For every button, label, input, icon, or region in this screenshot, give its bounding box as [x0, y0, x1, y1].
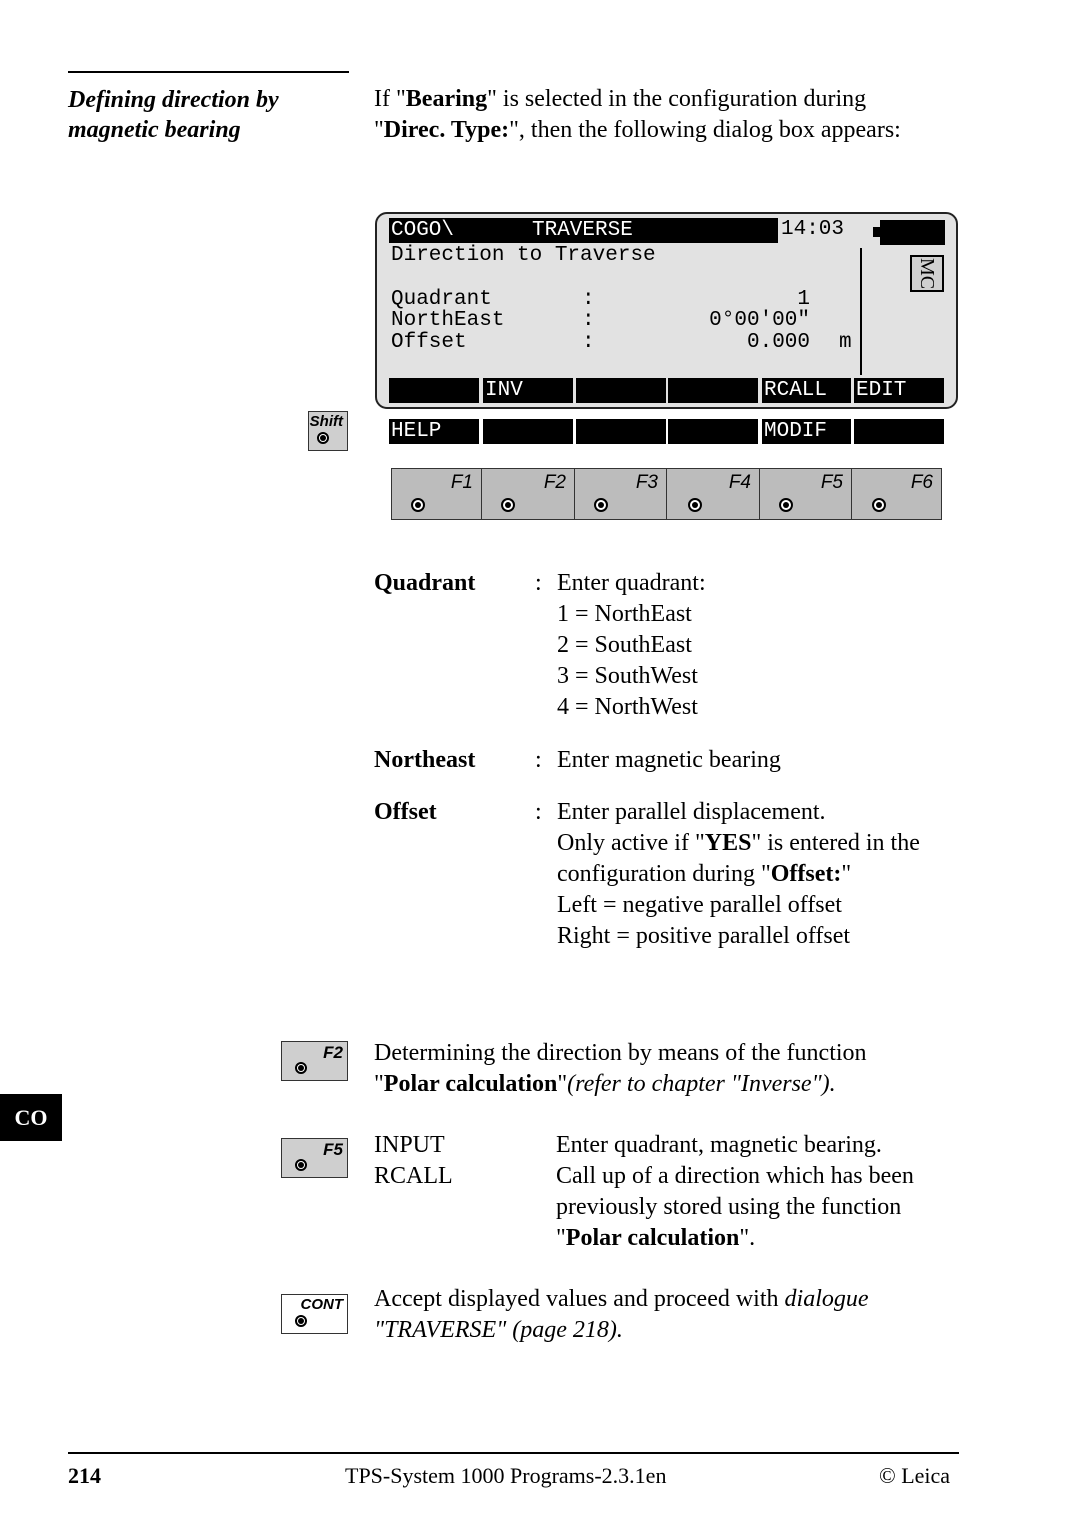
screen-subtitle: Direction to Traverse	[391, 244, 656, 267]
softkey-1[interactable]	[389, 378, 479, 403]
shift-softkey-help[interactable]: HELP	[389, 419, 479, 444]
battery-tip	[873, 227, 881, 237]
shift-key[interactable]: Shift	[308, 411, 348, 451]
top-rule	[68, 71, 349, 73]
f3-key[interactable]: F3	[574, 468, 667, 520]
key-dot-icon	[411, 498, 425, 512]
shift-softkey-6[interactable]	[854, 419, 944, 444]
shift-softkey-4[interactable]	[668, 419, 758, 444]
cont-note: Accept displayed values and proceed with…	[374, 1286, 869, 1343]
key-dot-icon	[317, 432, 329, 444]
key-dot-icon	[872, 498, 886, 512]
softkey-4[interactable]	[668, 378, 758, 403]
page-number: 214	[68, 1463, 101, 1488]
shift-softkey-3[interactable]	[576, 419, 666, 444]
f6-key[interactable]: F6	[851, 468, 942, 520]
key-dot-icon	[594, 498, 608, 512]
key-dot-icon	[295, 1062, 307, 1074]
key-dot-icon	[295, 1159, 307, 1171]
key-dot-icon	[688, 498, 702, 512]
scroll-divider	[860, 248, 862, 375]
key-dot-icon	[295, 1315, 307, 1327]
f5-key-icon: F5	[281, 1138, 348, 1178]
key-dot-icon	[779, 498, 793, 512]
softkey-3[interactable]	[576, 378, 666, 403]
title-left: COGO\	[391, 219, 455, 242]
f2-note: Determining the direction by means of th…	[374, 1040, 867, 1097]
mc-icon: MC	[910, 255, 944, 292]
softkey-rcall[interactable]: RCALL	[762, 378, 851, 403]
cont-key-icon: CONT	[281, 1294, 348, 1334]
clock: 14:03	[781, 218, 845, 241]
shift-softkey-modif[interactable]: MODIF	[762, 419, 851, 444]
section-heading: Defining direction by magnetic bearing	[68, 87, 279, 143]
shift-softkey-2[interactable]	[483, 419, 573, 444]
f2-key[interactable]: F2	[481, 468, 575, 520]
footer-rule	[68, 1452, 959, 1454]
f4-key[interactable]: F4	[666, 468, 760, 520]
softkey-edit[interactable]: EDIT	[854, 378, 944, 403]
footer-title: TPS-System 1000 Programs-2.3.1en	[345, 1463, 667, 1488]
f5-key[interactable]: F5	[759, 468, 852, 520]
title-center: TRAVERSE	[532, 219, 633, 242]
key-dot-icon	[501, 498, 515, 512]
intro-text: If "Bearing" is selected in the configur…	[374, 86, 901, 143]
f1-key[interactable]: F1	[391, 468, 482, 520]
chapter-tab: CO	[0, 1094, 62, 1141]
softkey-inv[interactable]: INV	[483, 378, 573, 403]
f2-key-icon: F2	[281, 1041, 348, 1081]
battery-icon	[880, 220, 945, 245]
footer-copyright: © Leica	[879, 1463, 951, 1488]
